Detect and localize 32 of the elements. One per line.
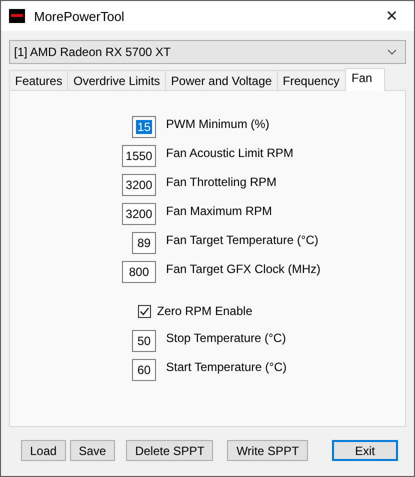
action-button[interactable]: Delete SPPT (126, 440, 214, 461)
field-label: Fan Maximum RPM (166, 204, 272, 218)
tab[interactable]: Power and Voltage (165, 70, 278, 90)
field-label: Stop Temperature (°C) (166, 331, 286, 345)
input-field[interactable]: 1550 (122, 145, 156, 167)
action-button[interactable]: Save (70, 440, 116, 461)
input-field[interactable]: 3200 (122, 203, 156, 225)
close-button[interactable]: ✕ (370, 7, 414, 25)
action-button[interactable]: Load (21, 440, 66, 461)
input-field[interactable]: 50 (132, 330, 156, 352)
field-label: Fan Acoustic Limit RPM (166, 146, 294, 160)
checkbox[interactable] (138, 304, 151, 318)
tab[interactable]: Features (9, 70, 68, 90)
field-label: Fan Target GFX Clock (MHz) (166, 262, 320, 276)
field-label: Fan Throtteling RPM (166, 175, 276, 189)
app-logo-icon (9, 9, 25, 23)
field-label: PWM Minimum (%) (166, 117, 270, 131)
exit-button[interactable]: Exit (332, 440, 398, 461)
action-button[interactable]: Write SPPT (227, 440, 308, 461)
chevron-down-icon (387, 49, 397, 55)
window-title: MorePowerTool (34, 8, 126, 24)
field-label: Start Temperature (°C) (166, 360, 287, 374)
input-field[interactable]: 60 (132, 359, 156, 381)
field-label: Fan Target Temperature (°C) (166, 233, 318, 247)
device-dropdown[interactable]: [1] AMD Radeon RX 5700 XT (9, 40, 406, 64)
input-field[interactable]: 3200 (122, 174, 156, 196)
tab[interactable]: Frequency (276, 70, 346, 90)
input-field[interactable]: 15 (132, 116, 156, 138)
tab[interactable]: Fan (344, 68, 386, 91)
input-field[interactable]: 800 (122, 261, 156, 283)
input-field[interactable]: 89 (132, 232, 156, 254)
checkbox-label: Zero RPM Enable (157, 304, 252, 318)
